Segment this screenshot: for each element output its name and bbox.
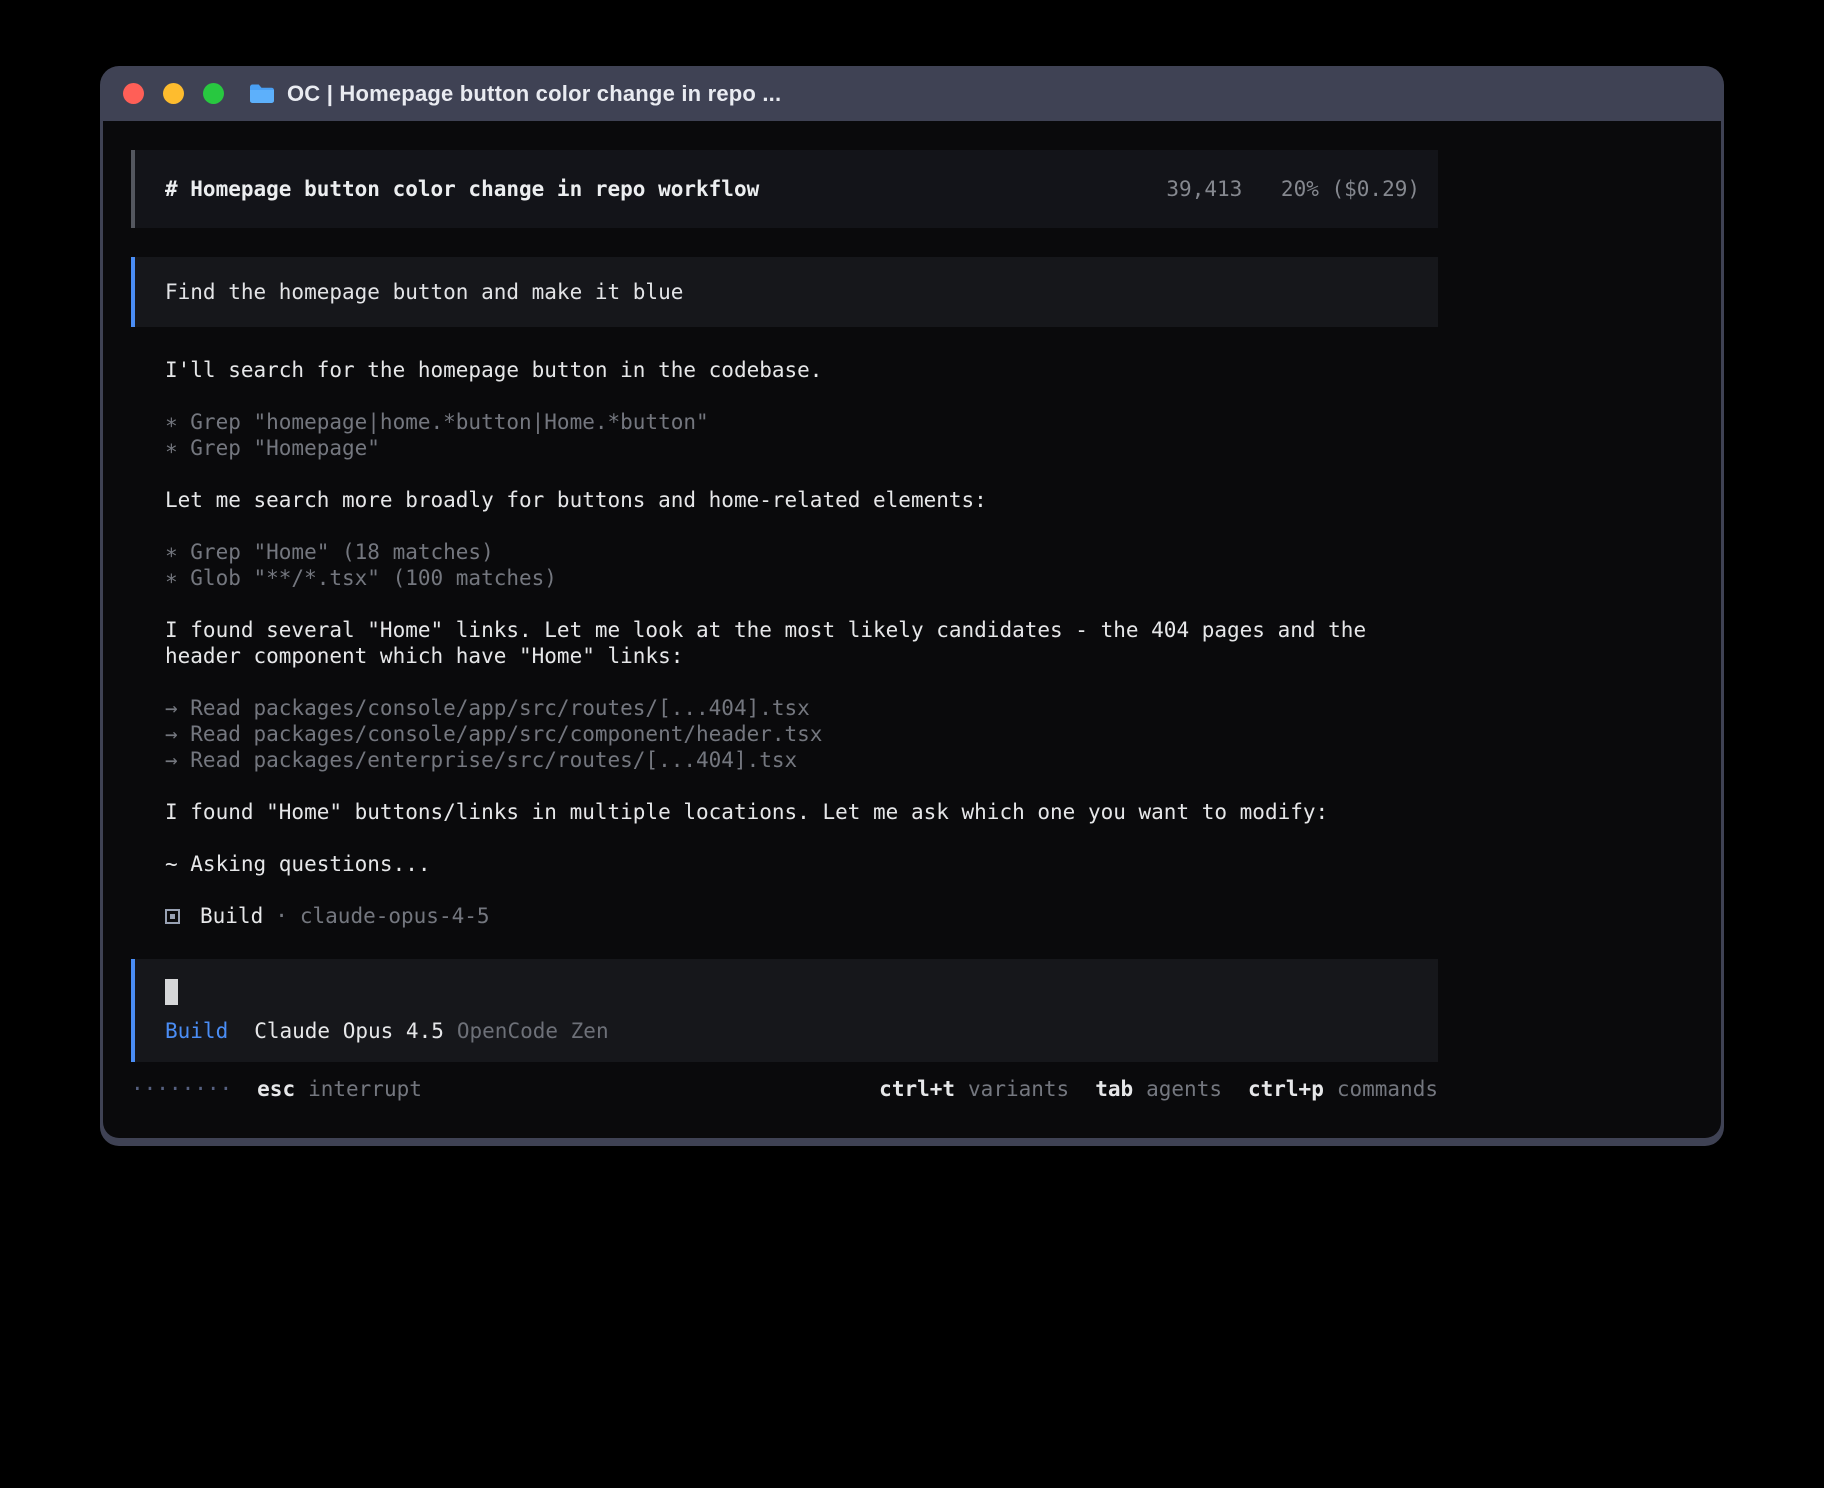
token-count: 39,413: [1166, 177, 1242, 201]
window-title: OC | Homepage button color change in rep…: [287, 81, 781, 107]
status-bar-right: ctrl+t variants tab agents ctrl+p comman…: [879, 1076, 1438, 1102]
status-bar: ········ esc interrupt ctrl+t variants t…: [131, 1076, 1438, 1102]
key-ctrl-t: ctrl+t: [879, 1076, 955, 1102]
tool-call-grep: ∗ Grep "Home" (18 matches): [165, 539, 1438, 565]
close-button[interactable]: [123, 83, 144, 104]
model-provider: OpenCode Zen: [457, 1018, 609, 1044]
terminal-content: # Homepage button color change in repo w…: [103, 121, 1721, 1138]
keybind-interrupt: esc interrupt: [257, 1076, 422, 1102]
agent-model-id: claude-opus-4-5: [300, 903, 490, 929]
keybind-commands: ctrl+p commands: [1248, 1076, 1438, 1102]
status-asking-questions: ~ Asking questions...: [165, 851, 1438, 877]
assistant-text: I found several "Home" links. Let me loo…: [165, 617, 1438, 669]
agent-name: Build: [200, 903, 263, 929]
minimize-button[interactable]: [163, 83, 184, 104]
key-tab: tab: [1095, 1076, 1133, 1102]
assistant-text: I'll search for the homepage button in t…: [165, 357, 1438, 383]
tool-call-read: → Read packages/console/app/src/routes/[…: [165, 695, 1438, 721]
terminal-window: OC | Homepage button color change in rep…: [100, 66, 1724, 1146]
titlebar[interactable]: OC | Homepage button color change in rep…: [103, 66, 1721, 121]
session-title: # Homepage button color change in repo w…: [165, 176, 759, 202]
status-bar-left: ········ esc interrupt: [131, 1076, 422, 1102]
tool-call-grep: ∗ Grep "homepage|home.*button|Home.*butt…: [165, 409, 1438, 435]
context-usage: 20% ($0.29): [1281, 177, 1420, 201]
prompt-input[interactable]: Build Claude Opus 4.5 OpenCode Zen: [131, 959, 1438, 1062]
assistant-text: Let me search more broadly for buttons a…: [165, 487, 1438, 513]
key-ctrl-p: ctrl+p: [1248, 1076, 1324, 1102]
model-name: Claude Opus 4.5: [254, 1018, 444, 1044]
folder-icon: [249, 83, 275, 104]
key-ctrl-p-label: commands: [1337, 1076, 1438, 1102]
text-cursor: [165, 979, 178, 1005]
agent-status-row: Build · claude-opus-4-5: [165, 903, 1438, 929]
user-message-text: Find the homepage button and make it blu…: [165, 280, 683, 304]
agent-separator: ·: [275, 903, 288, 929]
keybind-agents: tab agents: [1095, 1076, 1222, 1102]
spinner-dots: ········: [131, 1076, 232, 1102]
zoom-button[interactable]: [203, 83, 224, 104]
tool-call-glob: ∗ Glob "**/*.tsx" (100 matches): [165, 565, 1438, 591]
key-tab-label: agents: [1146, 1076, 1222, 1102]
session-stats: 39,413 20% ($0.29): [1166, 176, 1420, 202]
key-ctrl-t-label: variants: [968, 1076, 1069, 1102]
mode-indicator: Build: [165, 1018, 228, 1044]
tool-call-read: → Read packages/enterprise/src/routes/[.…: [165, 747, 1438, 773]
window-controls: [123, 83, 224, 104]
session-header: # Homepage button color change in repo w…: [131, 150, 1438, 228]
key-esc: esc: [257, 1076, 295, 1102]
user-message: Find the homepage button and make it blu…: [131, 257, 1438, 327]
assistant-text: I found "Home" buttons/links in multiple…: [165, 799, 1438, 825]
input-meta: Build Claude Opus 4.5 OpenCode Zen: [165, 1018, 1408, 1044]
tool-call-read: → Read packages/console/app/src/componen…: [165, 721, 1438, 747]
keybind-variants: ctrl+t variants: [879, 1076, 1069, 1102]
agent-icon: [165, 909, 180, 924]
tool-call-grep: ∗ Grep "Homepage": [165, 435, 1438, 461]
assistant-transcript: I'll search for the homepage button in t…: [131, 357, 1438, 929]
key-esc-label: interrupt: [308, 1076, 422, 1102]
